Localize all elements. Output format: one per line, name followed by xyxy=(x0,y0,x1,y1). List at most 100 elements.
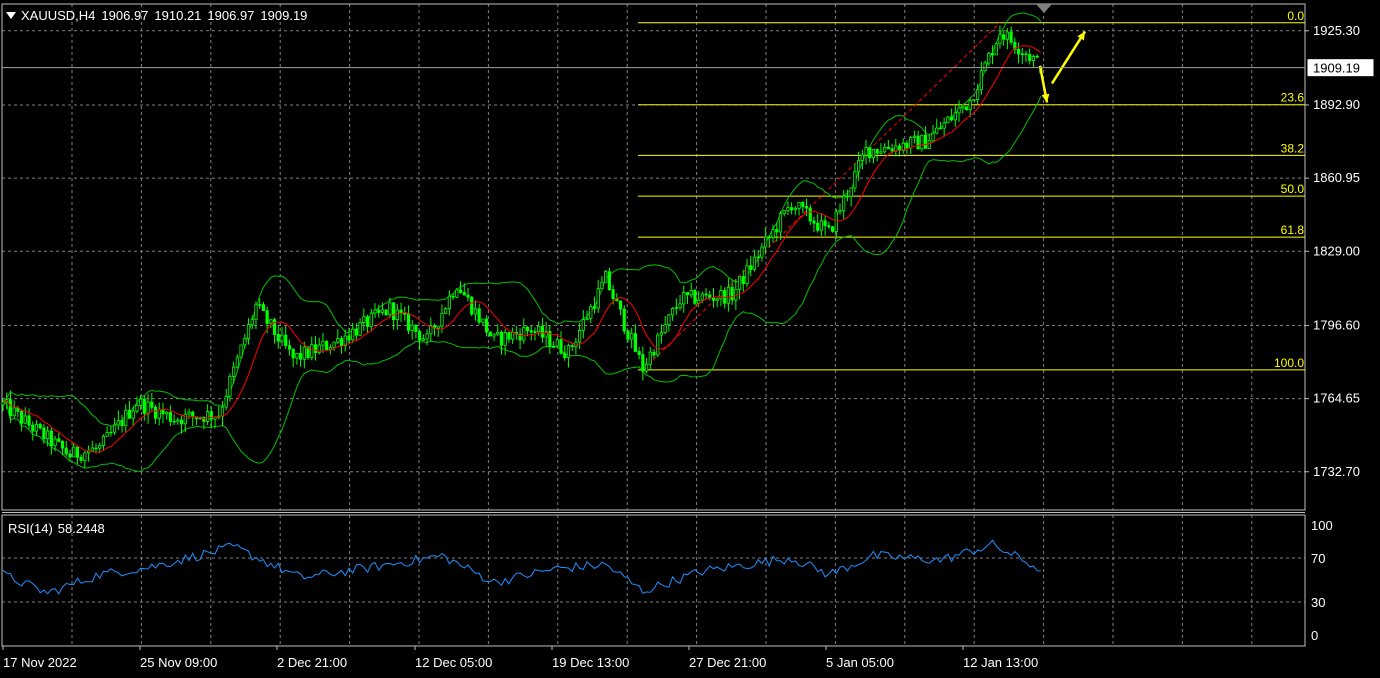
time-tick-label: 12 Jan 13:00 xyxy=(963,655,1038,670)
price-tick-label: 1892.90 xyxy=(1313,97,1360,112)
candle-body xyxy=(953,112,957,121)
candle-body xyxy=(436,325,440,329)
candle-body xyxy=(250,319,254,325)
candle-body xyxy=(704,293,708,296)
candle-body xyxy=(228,376,232,397)
candle-body xyxy=(455,289,459,298)
candle-body xyxy=(466,294,470,298)
rsi-axis-label: 0 xyxy=(1311,628,1318,643)
candle-body xyxy=(700,293,704,301)
candle-body xyxy=(377,309,381,313)
candle-body xyxy=(845,195,850,198)
candle-body xyxy=(1020,53,1024,55)
candle-body xyxy=(864,147,868,156)
time-tick-label: 12 Dec 05:00 xyxy=(415,655,492,670)
candle-body xyxy=(1009,31,1013,43)
candle-body xyxy=(637,351,641,356)
candle-body xyxy=(976,89,980,100)
candle-body xyxy=(235,356,239,368)
candle-body xyxy=(473,308,478,315)
candle-body xyxy=(150,401,154,408)
candle-body xyxy=(477,308,481,323)
candle-body xyxy=(172,420,176,423)
candle-body xyxy=(741,276,745,285)
candle-body xyxy=(570,345,574,348)
candle-body xyxy=(205,411,210,422)
fibo-level-label: 61.8 xyxy=(1281,223,1305,237)
candle-body xyxy=(559,339,563,354)
price-tick-label: 1829.00 xyxy=(1313,243,1360,258)
candle-body xyxy=(711,297,716,301)
chart-window[interactable]: 0.0 23.6 38.2 50.0 61.8 100.0 1925.30 1892.90 1… xyxy=(0,0,1380,673)
candle-body xyxy=(693,289,697,304)
candle-body xyxy=(600,281,604,290)
candle-body xyxy=(767,236,771,239)
candle-body xyxy=(113,424,117,433)
candle-body xyxy=(790,207,794,211)
candle-body xyxy=(1028,54,1032,62)
candle-body xyxy=(31,424,35,432)
fibo-level-label: 50.0 xyxy=(1281,182,1305,196)
candle-body xyxy=(983,62,987,72)
candle-body xyxy=(961,106,965,109)
dropdown-triangle-icon[interactable] xyxy=(6,12,16,19)
candle-body xyxy=(730,286,734,301)
candle-body xyxy=(886,146,890,150)
candle-body xyxy=(979,70,983,91)
candle-body xyxy=(57,438,61,442)
candle-body xyxy=(827,225,831,228)
candle-body xyxy=(369,312,373,327)
price-chart-svg[interactable]: 0.0 23.6 38.2 50.0 61.8 100.0 1925.30 1892.90 1… xyxy=(0,0,1380,673)
candle-body xyxy=(481,318,485,323)
candle-body xyxy=(522,326,526,341)
candle-body xyxy=(302,346,306,360)
close-value: 1909.19 xyxy=(260,8,308,23)
candle-body xyxy=(280,334,284,342)
rsi-axis-label: 70 xyxy=(1311,551,1325,566)
time-tick-label: 25 Nov 09:00 xyxy=(140,655,217,670)
candle-body xyxy=(987,53,991,64)
candle-body xyxy=(990,53,995,56)
candle-body xyxy=(254,304,258,320)
candle-body xyxy=(912,135,917,138)
time-tick-label: 5 Jan 05:00 xyxy=(826,655,894,670)
candle-body xyxy=(1024,53,1028,55)
candle-body xyxy=(589,306,593,319)
candle-body xyxy=(972,99,976,102)
candle-body xyxy=(540,325,545,338)
candle-body xyxy=(793,207,797,211)
candle-body xyxy=(79,456,83,461)
candle-body xyxy=(671,308,675,316)
candle-body xyxy=(406,313,411,331)
candle-body xyxy=(425,333,429,340)
candle-body xyxy=(414,324,418,332)
candle-body xyxy=(261,304,266,311)
candle-body xyxy=(83,452,87,461)
time-tick-label: 27 Dec 21:00 xyxy=(689,655,766,670)
candle-body xyxy=(447,295,452,309)
candle-body xyxy=(529,330,533,333)
candle-body xyxy=(994,43,998,56)
candle-body xyxy=(551,345,556,348)
candle-body xyxy=(444,308,448,314)
candle-body xyxy=(708,294,712,299)
candle-body xyxy=(782,210,786,215)
candle-body xyxy=(116,420,120,426)
candle-body xyxy=(8,399,13,417)
candle-body xyxy=(752,256,757,270)
price-tick-label: 1764.65 xyxy=(1313,391,1360,406)
candle-body xyxy=(808,207,812,222)
candle-body xyxy=(875,149,879,154)
candle-body xyxy=(354,328,359,336)
candle-body xyxy=(756,256,760,259)
fibo-level-label: 100.0 xyxy=(1274,356,1304,370)
candle-body xyxy=(816,222,820,231)
candle-body xyxy=(53,438,57,447)
candle-body xyxy=(142,398,146,414)
candle-body xyxy=(998,34,1002,45)
candle-body xyxy=(719,290,723,300)
candle-body xyxy=(120,420,124,427)
candle-body xyxy=(458,289,463,293)
price-tick-label: 1860.95 xyxy=(1313,170,1360,185)
candle-body xyxy=(358,322,362,336)
